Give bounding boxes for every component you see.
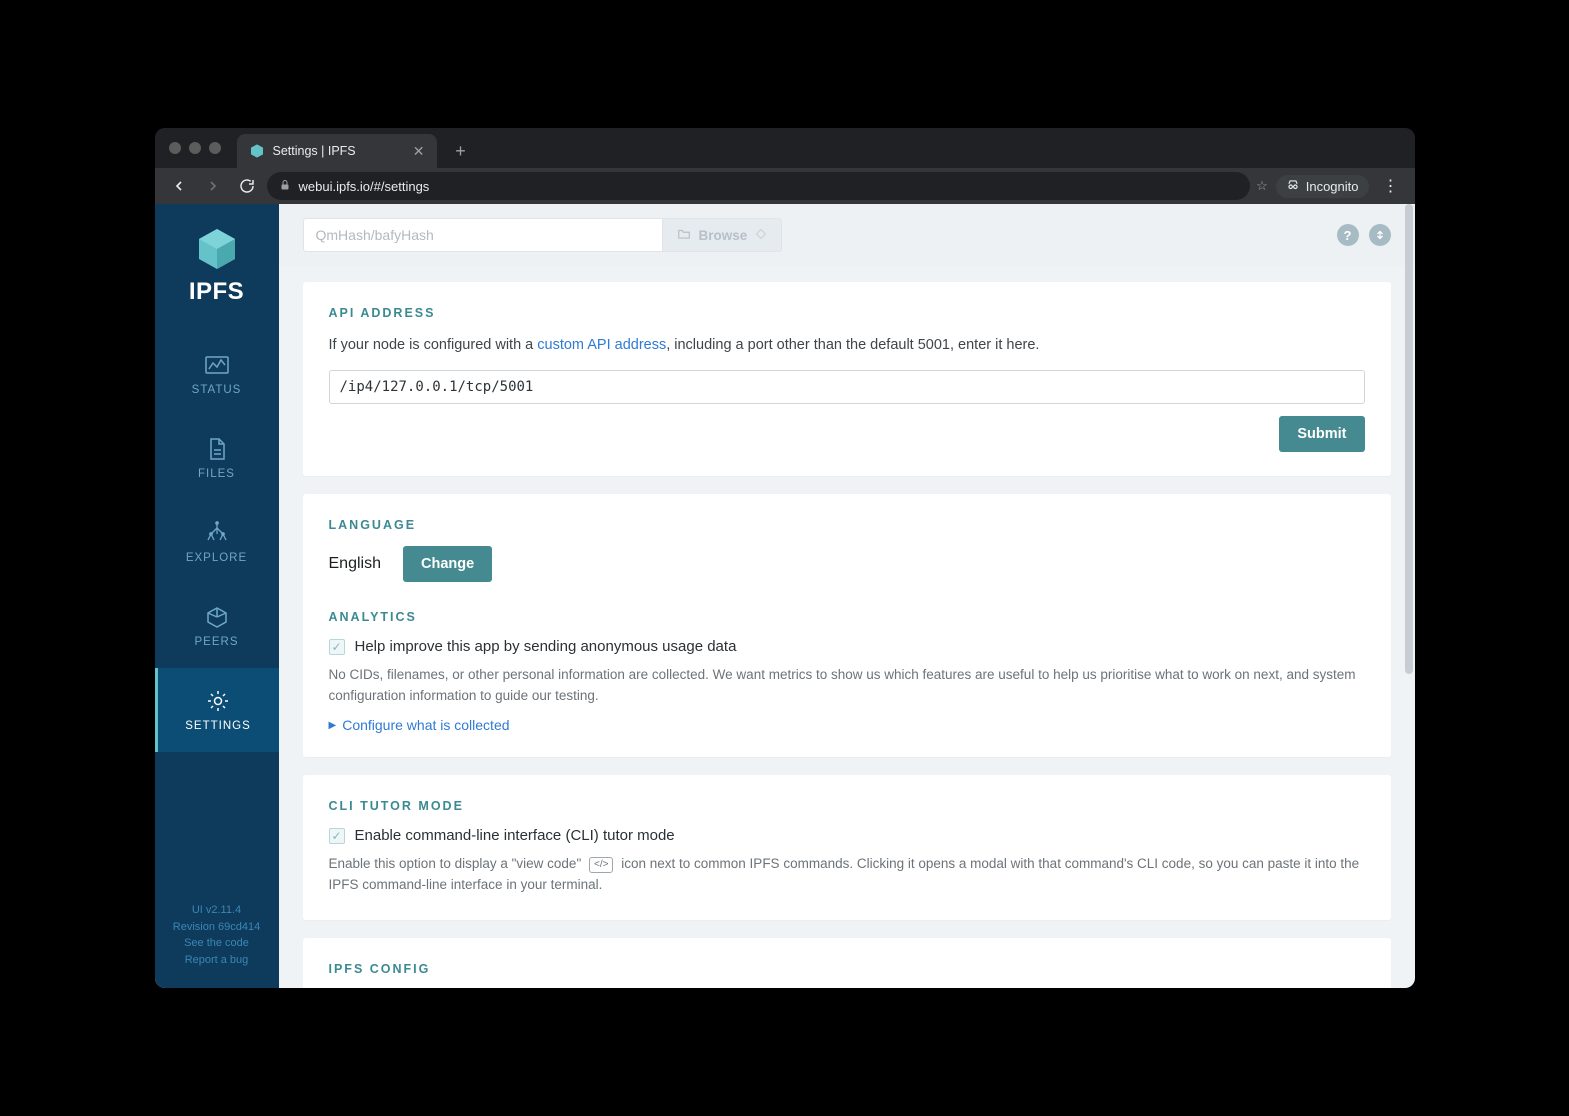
search-group: Browse — [303, 218, 783, 252]
help-button[interactable]: ? — [1337, 224, 1359, 246]
browse-button[interactable]: Browse — [663, 218, 783, 252]
api-description: If your node is configured with a custom… — [329, 334, 1365, 356]
ipfs-logo-icon — [194, 226, 240, 272]
cli-checkbox[interactable]: ✓ — [329, 828, 345, 844]
nav-label: EXPLORE — [186, 552, 247, 564]
titlebar: Settings | IPFS ✕ + — [155, 128, 1415, 168]
language-title: LANGUAGE — [329, 518, 1365, 532]
nav-list: STATUS FILES EXPLORE — [155, 332, 279, 752]
cli-title: CLI TUTOR MODE — [329, 799, 1365, 813]
api-address-input[interactable] — [329, 370, 1365, 404]
cli-tutor-card: CLI TUTOR MODE ✓ Enable command-line int… — [303, 775, 1391, 920]
scrollbar[interactable] — [1405, 204, 1413, 674]
current-language: English — [329, 555, 381, 573]
change-language-button[interactable]: Change — [403, 546, 492, 582]
cli-checkbox-row: ✓ Enable command-line interface (CLI) tu… — [329, 827, 1365, 844]
incognito-badge[interactable]: Incognito — [1276, 175, 1369, 198]
analytics-checkbox-label: Help improve this app by sending anonymo… — [355, 638, 737, 655]
code-icon: </> — [589, 857, 613, 873]
incognito-icon — [1286, 178, 1300, 195]
footer-revision[interactable]: Revision 69cd414 — [173, 919, 260, 936]
analytics-checkbox-row: ✓ Help improve this app by sending anony… — [329, 638, 1365, 655]
back-button[interactable] — [165, 172, 193, 200]
nav-label: FILES — [198, 468, 235, 480]
sidebar-footer: UI v2.11.4 Revision 69cd414 See the code… — [173, 888, 260, 988]
content-area: API ADDRESS If your node is configured w… — [279, 266, 1415, 988]
settings-icon — [205, 688, 231, 714]
footer-see-code[interactable]: See the code — [173, 935, 260, 952]
tab-title: Settings | IPFS — [273, 144, 356, 158]
footer-version[interactable]: UI v2.11.4 — [173, 902, 260, 919]
minimize-window-icon[interactable] — [189, 142, 201, 154]
language-row: English Change — [329, 546, 1365, 582]
browser-tab[interactable]: Settings | IPFS ✕ — [237, 134, 437, 168]
language-analytics-card: LANGUAGE English Change ANALYTICS ✓ Help… — [303, 494, 1391, 757]
analytics-checkbox[interactable]: ✓ — [329, 639, 345, 655]
explore-icon — [204, 520, 230, 546]
analytics-title: ANALYTICS — [329, 610, 1365, 624]
nav-label: STATUS — [192, 384, 242, 396]
sidebar-item-status[interactable]: STATUS — [155, 332, 279, 416]
sidebar: IPFS STATUS FILES — [155, 204, 279, 988]
reload-button[interactable] — [233, 172, 261, 200]
logo-text: IPFS — [189, 278, 244, 306]
custom-api-link[interactable]: custom API address — [537, 337, 666, 353]
topbar: Browse ? — [279, 204, 1415, 266]
diamond-icon — [755, 228, 767, 243]
logo: IPFS — [189, 226, 244, 306]
browse-label: Browse — [699, 228, 748, 243]
sidebar-item-explore[interactable]: EXPLORE — [155, 500, 279, 584]
api-address-card: API ADDRESS If your node is configured w… — [303, 282, 1391, 476]
new-tab-button[interactable]: + — [447, 137, 475, 165]
incognito-label: Incognito — [1306, 179, 1359, 194]
ipfs-config-card: IPFS CONFIG — [303, 938, 1391, 988]
nav-label: SETTINGS — [185, 720, 251, 732]
configure-collected-link[interactable]: ▶ Configure what is collected — [329, 717, 510, 733]
tour-button[interactable] — [1369, 224, 1391, 246]
browser-menu-icon[interactable]: ⋮ — [1377, 176, 1405, 196]
main-content: Browse ? API ADDRESS — [279, 204, 1415, 988]
footer-report-bug[interactable]: Report a bug — [173, 952, 260, 969]
bookmark-star-icon[interactable]: ☆ — [1256, 178, 1268, 194]
config-title: IPFS CONFIG — [329, 962, 1365, 976]
api-title: API ADDRESS — [329, 306, 1365, 320]
ipfs-favicon-icon — [249, 143, 265, 159]
peers-icon — [204, 604, 230, 630]
close-tab-icon[interactable]: ✕ — [413, 143, 425, 160]
status-icon — [204, 352, 230, 378]
analytics-description: No CIDs, filenames, or other personal in… — [329, 665, 1365, 707]
folder-icon — [677, 227, 691, 244]
lock-icon — [279, 179, 291, 194]
files-icon — [204, 436, 230, 462]
browser-window: Settings | IPFS ✕ + webui.ipfs.io/#/sett… — [155, 128, 1415, 988]
sidebar-item-files[interactable]: FILES — [155, 416, 279, 500]
window-controls — [169, 142, 221, 154]
app-area: IPFS STATUS FILES — [155, 204, 1415, 988]
submit-button[interactable]: Submit — [1279, 416, 1364, 452]
hash-search-input[interactable] — [303, 218, 663, 252]
url-field[interactable]: webui.ipfs.io/#/settings — [267, 172, 1251, 200]
cli-checkbox-label: Enable command-line interface (CLI) tuto… — [355, 827, 675, 844]
address-bar: webui.ipfs.io/#/settings ☆ Incognito ⋮ — [155, 168, 1415, 204]
close-window-icon[interactable] — [169, 142, 181, 154]
sidebar-item-peers[interactable]: PEERS — [155, 584, 279, 668]
forward-button[interactable] — [199, 172, 227, 200]
topbar-actions: ? — [1337, 224, 1391, 246]
sidebar-item-settings[interactable]: SETTINGS — [155, 668, 279, 752]
triangle-right-icon: ▶ — [329, 720, 337, 731]
maximize-window-icon[interactable] — [209, 142, 221, 154]
url-text: webui.ipfs.io/#/settings — [299, 179, 430, 194]
nav-label: PEERS — [195, 636, 239, 648]
cli-description: Enable this option to display a "view co… — [329, 854, 1365, 896]
